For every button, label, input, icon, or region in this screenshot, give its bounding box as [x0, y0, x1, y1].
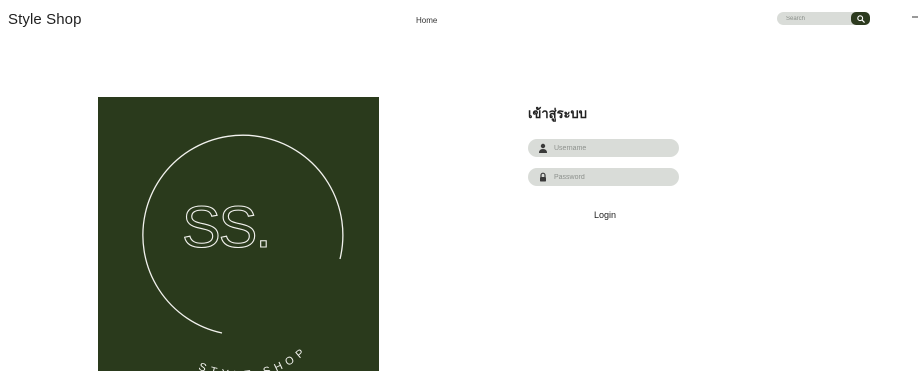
- search-form: [777, 12, 870, 25]
- login-title: เข้าสู่ระบบ: [528, 107, 588, 122]
- search-input[interactable]: [777, 12, 857, 25]
- style-shop-logo: SS. STYLE SHOP: [142, 134, 344, 371]
- password-input[interactable]: [554, 168, 672, 186]
- password-field: [528, 168, 679, 186]
- brand-logo-panel: SS. STYLE SHOP: [98, 97, 379, 371]
- logo-monogram: SS.: [182, 195, 270, 260]
- search-button[interactable]: [851, 12, 870, 25]
- search-icon: [856, 14, 865, 23]
- logo-ring-text: STYLE SHOP: [197, 344, 311, 371]
- user-icon: [539, 143, 547, 153]
- header-edge-icon[interactable]: [912, 12, 918, 22]
- username-input[interactable]: [554, 139, 672, 157]
- login-button[interactable]: Login: [581, 208, 629, 222]
- nav-link-home[interactable]: Home: [416, 16, 437, 25]
- lock-icon: [540, 172, 546, 182]
- brand-logo-text[interactable]: Style Shop: [8, 11, 82, 28]
- username-field: [528, 139, 679, 157]
